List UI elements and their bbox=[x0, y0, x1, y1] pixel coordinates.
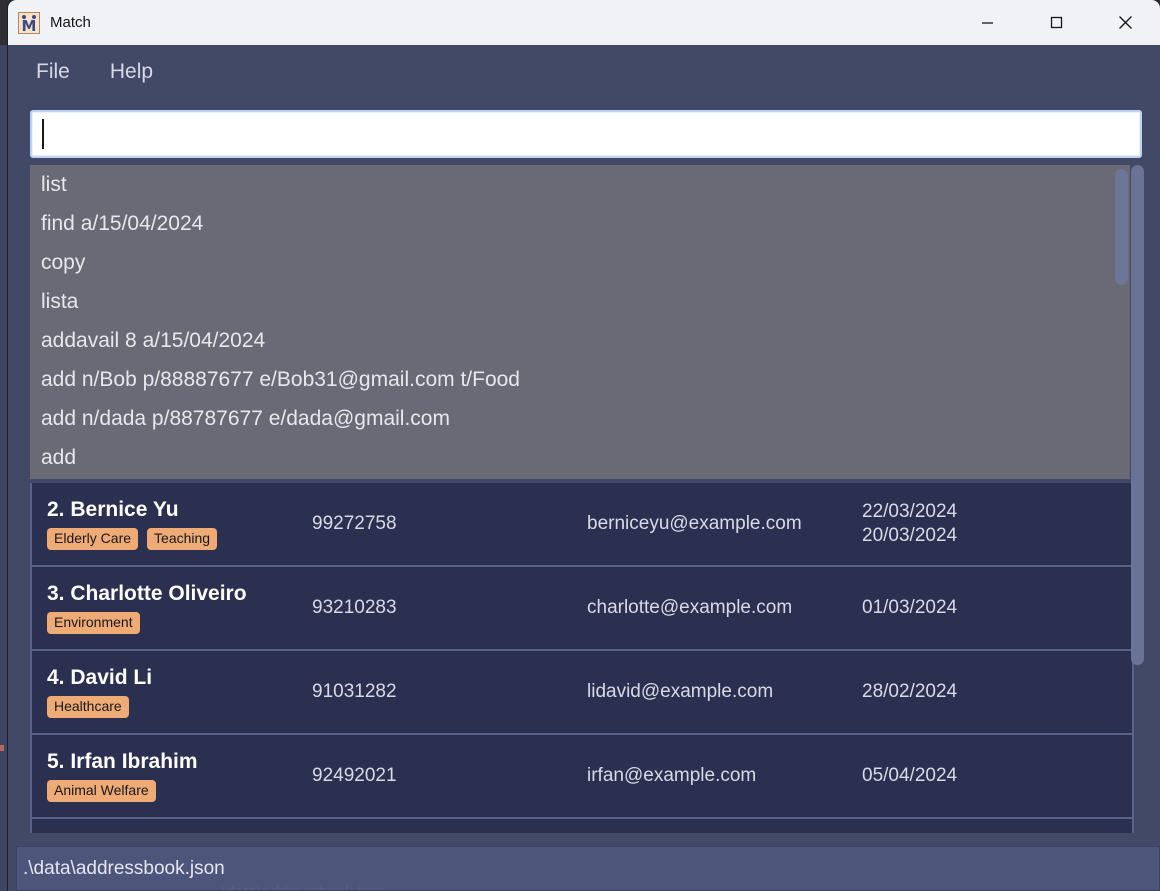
suggestion-scrollbar[interactable] bbox=[1112, 165, 1128, 479]
person-tags: Elderly Care Teaching bbox=[47, 527, 312, 551]
suggestion-item[interactable]: add bbox=[30, 438, 1130, 477]
person-name: 4. David Li bbox=[47, 665, 153, 689]
person-dates: 05/04/2024 bbox=[862, 764, 1132, 788]
suggestion-item[interactable]: add n/dada p/88787677 e/dada@gmail.com bbox=[30, 399, 1130, 438]
person-date: 05/04/2024 bbox=[862, 765, 958, 787]
tag-chip[interactable]: Teaching bbox=[147, 527, 218, 551]
person-date: 28/02/2024 bbox=[862, 681, 958, 703]
status-bar-clipped-text: .\data\addressbook.json bbox=[217, 884, 387, 890]
suggestion-item[interactable]: copy bbox=[30, 243, 1130, 282]
status-bar: .\data\addressbook.json .\data\addressbo… bbox=[16, 846, 1160, 891]
person-card[interactable]: 2. Bernice Yu Elderly Care Teaching 9927… bbox=[30, 483, 1134, 567]
person-card[interactable]: 4. David Li Healthcare 91031282 lidavid@… bbox=[30, 651, 1134, 735]
left-edge-accent bbox=[0, 745, 4, 751]
tag-chip[interactable]: Environment bbox=[47, 611, 140, 635]
window-left-edge bbox=[0, 45, 8, 891]
maximize-icon[interactable] bbox=[1022, 0, 1091, 45]
person-email: charlotte@example.com bbox=[587, 597, 793, 618]
minimize-icon[interactable] bbox=[953, 0, 1022, 45]
person-date: 22/03/2024 bbox=[862, 501, 958, 523]
close-icon[interactable] bbox=[1091, 0, 1160, 45]
suggestion-item[interactable]: add n/Bob p/88887677 e/Bob31@gmail.com t… bbox=[30, 360, 1130, 399]
command-input[interactable] bbox=[30, 110, 1142, 158]
person-tags: Healthcare bbox=[47, 695, 312, 719]
person-date: 01/03/2024 bbox=[862, 597, 958, 619]
menu-item-help[interactable]: Help bbox=[104, 57, 159, 87]
command-box-container bbox=[22, 107, 1150, 162]
person-name-column: 3. Charlotte Oliveiro Environment bbox=[32, 581, 312, 635]
person-name-column: 2. Bernice Yu Elderly Care Teaching bbox=[32, 497, 312, 551]
tag-chip[interactable]: Animal Welfare bbox=[47, 779, 156, 803]
person-phone: 91031282 bbox=[312, 681, 397, 702]
icon-letter-m: M bbox=[21, 16, 37, 35]
person-name: 3. Charlotte Oliveiro bbox=[47, 581, 247, 605]
person-name: 5. Irfan Ibrahim bbox=[47, 749, 198, 773]
menu-item-file[interactable]: File bbox=[30, 57, 76, 87]
desktop-backdrop: M Match File Help 2. Bernice Yu Elderly … bbox=[0, 0, 1160, 891]
person-dates: 01/03/2024 bbox=[862, 596, 1132, 620]
scrollbar-thumb[interactable] bbox=[1131, 165, 1144, 665]
window-title: Match bbox=[50, 14, 91, 31]
person-email: berniceyu@example.com bbox=[587, 513, 802, 534]
suggestion-item[interactable]: lista bbox=[30, 282, 1130, 321]
person-card[interactable]: 5. Irfan Ibrahim Animal Welfare 92492021… bbox=[30, 735, 1134, 819]
app-people-m-icon: M bbox=[18, 11, 40, 35]
person-name-column: 4. David Li Healthcare bbox=[32, 665, 312, 719]
window-controls bbox=[953, 0, 1160, 45]
person-phone: 92492021 bbox=[312, 765, 397, 786]
menu-bar: File Help bbox=[8, 45, 1160, 98]
person-card[interactable]: 3. Charlotte Oliveiro Environment 932102… bbox=[30, 567, 1134, 651]
person-name-column: 5. Irfan Ibrahim Animal Welfare bbox=[32, 749, 312, 803]
command-suggestion-dropdown: list find a/15/04/2024 copy lista addava… bbox=[30, 165, 1130, 479]
person-dates: 28/02/2024 bbox=[862, 680, 1132, 704]
tag-chip[interactable]: Healthcare bbox=[47, 695, 129, 719]
suggestion-item[interactable]: list bbox=[30, 165, 1130, 204]
person-date: 20/03/2024 bbox=[862, 525, 958, 546]
app-window: M Match File Help 2. Bernice Yu Elderly … bbox=[8, 0, 1160, 891]
status-bar-file-path: .\data\addressbook.json bbox=[23, 857, 225, 879]
suggestion-item[interactable]: addavail 8 a/15/04/2024 bbox=[30, 321, 1130, 360]
person-card-clipped[interactable] bbox=[30, 819, 1134, 833]
person-phone: 99272758 bbox=[312, 513, 397, 534]
person-email: irfan@example.com bbox=[587, 765, 757, 786]
tag-chip[interactable]: Elderly Care bbox=[47, 527, 139, 551]
person-email: lidavid@example.com bbox=[587, 681, 774, 702]
scrollbar-thumb[interactable] bbox=[1115, 169, 1128, 285]
text-caret bbox=[42, 119, 44, 149]
person-list-scrollbar[interactable] bbox=[1128, 165, 1146, 833]
person-dates: 22/03/2024 20/03/2024 bbox=[862, 500, 1132, 548]
person-name: 2. Bernice Yu bbox=[47, 497, 179, 521]
person-tags: Animal Welfare bbox=[47, 779, 312, 803]
person-tags: Environment bbox=[47, 611, 312, 635]
title-bar: M Match bbox=[8, 0, 1160, 45]
suggestion-item[interactable]: find a/15/04/2024 bbox=[30, 204, 1130, 243]
person-phone: 93210283 bbox=[312, 597, 397, 618]
